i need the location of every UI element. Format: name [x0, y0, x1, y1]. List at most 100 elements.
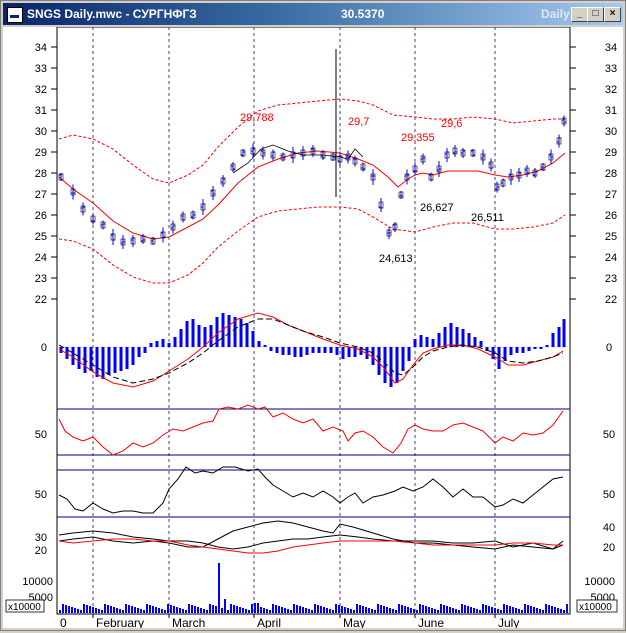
volume-bar	[509, 606, 511, 613]
macd-hist-bar	[107, 347, 111, 375]
price-tick-label-left: 28	[35, 168, 47, 180]
volume-bar	[515, 608, 517, 613]
x-axis-labels: 0 February March April May June July	[60, 616, 519, 630]
volume-bar	[302, 607, 304, 613]
volume-bar	[128, 605, 130, 613]
volume-bar	[251, 604, 253, 613]
volume-bar	[323, 607, 325, 613]
macd-hist-bar	[245, 323, 249, 347]
macd-hist-bar	[263, 345, 267, 347]
volume-bar	[149, 605, 151, 613]
macd-hist-bar	[131, 347, 135, 365]
volume-bar	[377, 604, 379, 613]
price-tick-label-left: 29	[35, 147, 47, 159]
volume-bar	[197, 607, 199, 613]
volume-bar	[512, 607, 514, 613]
macd-hist-bar	[275, 347, 279, 353]
volume-bar	[134, 607, 136, 613]
volume-bar	[116, 608, 118, 613]
macd-hist-bar	[191, 319, 195, 347]
chart-area[interactable]: 34 33 32 31 30 29 28 27 26 25 24 23 22 34 33 32 31 30 29 2…	[3, 26, 623, 630]
volume-bar	[359, 605, 361, 613]
macd-hist-bar	[179, 329, 183, 347]
macd-hist-bar	[155, 341, 159, 347]
macd-hist-bar	[167, 343, 171, 347]
svg-text:30: 30	[35, 532, 47, 544]
volume-bar	[236, 606, 238, 613]
volume-bar	[185, 610, 187, 613]
macd-hist-bar	[311, 347, 315, 353]
volume-multiplier-right: x10000	[579, 602, 612, 613]
volume-bar	[491, 607, 493, 613]
volume-bar	[350, 609, 352, 613]
volume-bar	[287, 609, 289, 613]
minimize-button[interactable]: _	[571, 7, 588, 22]
volume-bar	[158, 608, 160, 613]
price-tick-label-right: 31	[605, 105, 617, 117]
volume-bar	[500, 610, 502, 613]
volume-bar	[299, 606, 301, 613]
volume-bar	[167, 604, 169, 613]
macd-hist-bar	[197, 325, 201, 347]
macd-hist-bar	[341, 347, 345, 359]
volume-bar	[464, 605, 466, 613]
volume-bar	[107, 605, 109, 613]
chart-app-icon[interactable]	[7, 7, 23, 23]
volume-bar	[353, 610, 355, 613]
volume-bar	[452, 608, 454, 613]
macd-hist-bar	[389, 347, 393, 387]
price-tick-label-left: 32	[35, 84, 47, 96]
svg-text:10000: 10000	[22, 576, 53, 588]
macd-hist-bar	[101, 347, 105, 379]
svg-text:20: 20	[35, 545, 47, 557]
price-tick-label-right: 30	[605, 126, 617, 138]
volume-bar	[470, 607, 472, 613]
price-tick-label-right: 26	[605, 210, 617, 222]
macd-hist-bar	[401, 347, 405, 371]
annotation-low-jun: 26,627	[420, 202, 454, 214]
macd-hist-bar	[413, 339, 417, 347]
macd-hist-bar	[251, 331, 255, 347]
macd-hist-bar	[437, 333, 441, 347]
volume-bar	[65, 605, 67, 613]
volume-bar	[242, 608, 244, 613]
macd-hist-bar	[257, 341, 261, 347]
volume-bar	[443, 605, 445, 613]
macd-hist-bar	[305, 347, 309, 355]
volume-bar	[215, 606, 217, 613]
price-tick-label-left: 25	[35, 231, 47, 243]
close-button[interactable]: ×	[604, 7, 621, 22]
volume-bar	[89, 606, 91, 613]
volume-bar	[224, 599, 226, 613]
price-tick-label-right: 33	[605, 63, 617, 75]
price-tick-label-left: 31	[35, 105, 47, 117]
volume-bar	[347, 608, 349, 613]
volume-bar	[281, 607, 283, 613]
title-bar[interactable]: SNGS Daily.mwc - СУРГНФГЗ 30.5370 Daily …	[3, 3, 623, 25]
macd-hist-bar	[281, 347, 285, 355]
macd-hist-bar	[461, 329, 465, 347]
volume-bar	[524, 604, 526, 613]
volume-bar	[269, 610, 271, 613]
volume-bar	[212, 605, 214, 613]
volume-bar	[317, 605, 319, 613]
maximize-button[interactable]: □	[587, 7, 604, 22]
volume-bar	[122, 610, 124, 613]
volume-bar	[533, 607, 535, 613]
macd-hist-bar	[551, 333, 555, 347]
macd-hist-bar	[527, 347, 531, 351]
volume-bar	[488, 606, 490, 613]
macd-hist-bar	[227, 315, 231, 347]
price-tick-label-right: 22	[605, 294, 617, 306]
volume-bar	[146, 604, 148, 613]
macd-hist-bar	[113, 347, 117, 373]
volume-bar	[209, 604, 211, 613]
svg-text:March: March	[172, 616, 205, 628]
last-price: 30.5370	[341, 7, 385, 21]
volume-bar	[113, 607, 115, 613]
volume-bar	[95, 608, 97, 613]
volume-bar	[284, 608, 286, 613]
volume-bar	[467, 606, 469, 613]
macd-hist-bar	[419, 335, 423, 347]
volume-bar	[326, 608, 328, 613]
